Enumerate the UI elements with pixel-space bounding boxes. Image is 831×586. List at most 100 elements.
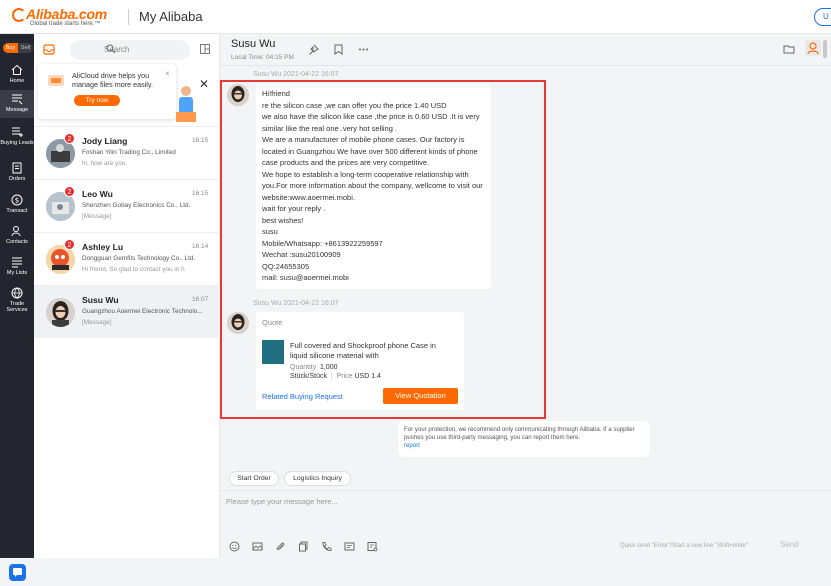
promo-illustration bbox=[176, 86, 196, 122]
nav-item-orders[interactable]: Orders bbox=[0, 162, 34, 186]
message-meta: Susu Wu 2021-04-22 16:07 bbox=[253, 71, 339, 78]
send-button[interactable]: Send bbox=[780, 540, 799, 549]
last-message: Hi friend, So glad to contact you in h bbox=[82, 266, 185, 273]
local-time: Local Time: 04:15 PM bbox=[231, 54, 294, 61]
message-line: We are a manufacturer of mobile phone ca… bbox=[262, 135, 465, 144]
nav-item-message[interactable]: Message bbox=[0, 90, 34, 118]
logo-text: Alibaba.com bbox=[26, 6, 108, 22]
report-link[interactable]: report bbox=[404, 442, 420, 449]
unread-badge: 2 bbox=[64, 186, 75, 197]
alibaba-logo[interactable]: Alibaba.com Global trade starts here.™ bbox=[8, 5, 124, 29]
help-chat-button[interactable] bbox=[9, 564, 26, 581]
logo-tagline: Global trade starts here.™ bbox=[30, 21, 101, 27]
quantity-value: 1,000 bbox=[319, 364, 338, 371]
user-menu-button[interactable]: U bbox=[814, 8, 831, 26]
buy-sell-toggle[interactable]: Buy Sell bbox=[3, 43, 33, 53]
nav-item-transact[interactable]: $ Transact bbox=[0, 194, 34, 218]
nav-label: Orders bbox=[8, 176, 26, 182]
nav-item-trade-services[interactable]: Trade Services bbox=[0, 287, 34, 317]
contact-name: Susu Wu bbox=[82, 295, 119, 305]
image-icon[interactable] bbox=[252, 541, 263, 552]
message-meta: Susu Wu 2021-04-22 16:07 bbox=[253, 300, 339, 307]
logistics-inquiry-button[interactable]: Logistics Inquiry bbox=[284, 471, 351, 486]
sell-toggle[interactable]: Sell bbox=[18, 43, 33, 53]
try-now-button[interactable]: Try now bbox=[74, 95, 120, 106]
nav-item-my-lists[interactable]: My Lists bbox=[0, 256, 34, 280]
nav-item-buying-leads[interactable]: Buying Leads bbox=[0, 126, 34, 154]
conversation-item[interactable]: 2 Jody Liang 16:15 Foshan Yilin Trading … bbox=[34, 126, 220, 179]
pin-icon[interactable] bbox=[308, 44, 319, 55]
search-input[interactable]: Search bbox=[70, 40, 190, 60]
conversation-item[interactable]: 2 Leo Wu 16:15 Shenzhen Gobay Electronic… bbox=[34, 179, 220, 232]
copy-icon[interactable] bbox=[298, 541, 309, 552]
quote-card: Quote Full covered and Shockproof phone … bbox=[256, 312, 464, 410]
nav-item-home[interactable]: Home bbox=[0, 64, 34, 88]
product-name[interactable]: Full covered and Shockproof phone Case i… bbox=[290, 341, 440, 361]
quotation-icon[interactable] bbox=[367, 541, 378, 552]
avatar bbox=[46, 298, 75, 327]
message-line: case products and the prices are very co… bbox=[262, 158, 430, 167]
left-nav: Buy Sell Home Message Buying Leads Order… bbox=[0, 34, 34, 581]
price-value: USD 1.4 bbox=[354, 373, 381, 380]
message-line: susu bbox=[262, 227, 278, 236]
message-input[interactable]: Please type your message here... bbox=[226, 497, 338, 506]
nav-label: Transact bbox=[6, 208, 28, 214]
message-line: best wishes! bbox=[262, 215, 304, 225]
top-bar: Alibaba.com Global trade starts here.™ M… bbox=[0, 0, 831, 34]
conversation-header: Search bbox=[34, 34, 220, 64]
inbox-icon[interactable] bbox=[43, 43, 55, 55]
buy-toggle[interactable]: Buy bbox=[3, 43, 18, 53]
conversation-item[interactable]: 2 Ashley Lu 16:14 Dongguan Gemfits Techn… bbox=[34, 232, 220, 285]
search-icon bbox=[106, 44, 116, 54]
home-icon bbox=[11, 64, 23, 75]
message-line: Wechat :susu20100909 bbox=[262, 250, 341, 259]
more-icon[interactable] bbox=[358, 44, 369, 55]
last-message: [Message] bbox=[82, 319, 112, 326]
user-icon bbox=[807, 42, 819, 55]
message-composer: Please type your message here... Quick s… bbox=[220, 490, 831, 558]
unit-value: Stück/Stück bbox=[290, 373, 327, 380]
conversation-item[interactable]: Susu Wu 16:07 Guangzhou Aoermei Electron… bbox=[34, 285, 220, 338]
close-icon[interactable]: ✕ bbox=[199, 77, 209, 91]
layout-toggle-icon[interactable] bbox=[200, 44, 210, 54]
unread-badge: 2 bbox=[64, 133, 75, 144]
orders-icon bbox=[12, 162, 22, 174]
contact-profile-button[interactable] bbox=[805, 40, 821, 56]
message-time: 16:15 bbox=[192, 137, 209, 144]
message-time: 16:15 bbox=[192, 190, 209, 197]
start-order-button[interactable]: Start Order bbox=[229, 471, 279, 486]
avatar bbox=[227, 312, 249, 334]
message-line: we also have the silicon like case ,the … bbox=[262, 112, 480, 121]
card-icon[interactable] bbox=[344, 541, 355, 552]
page-title: My Alibaba bbox=[139, 9, 203, 24]
company-name: Dongguan Gemfits Technology Co., Ltd. bbox=[82, 255, 196, 262]
product-thumbnail[interactable] bbox=[262, 340, 284, 364]
emoji-icon[interactable] bbox=[229, 541, 240, 552]
quantity-row: Quantity 1,000 bbox=[290, 364, 338, 371]
view-quotation-button[interactable]: View Quotation bbox=[383, 388, 458, 404]
nav-label: Message bbox=[5, 107, 29, 113]
send-hint: Quick send "Enter"/Start a new line "Shi… bbox=[620, 543, 749, 549]
bookmark-icon[interactable] bbox=[333, 44, 344, 55]
safety-notice: For your protection, we recommend only c… bbox=[398, 421, 650, 457]
price-label: Price bbox=[336, 373, 353, 380]
company-name: Guangzhou Aoermei Electronic Technolo... bbox=[82, 308, 203, 315]
promo-close-icon[interactable]: × bbox=[165, 69, 170, 78]
attachment-icon[interactable] bbox=[275, 541, 286, 552]
folder-icon[interactable] bbox=[783, 43, 795, 55]
message-line: Mobile/Whatsapp: +8613922259597 bbox=[262, 238, 383, 248]
chat-contact-name: Susu Wu bbox=[231, 38, 276, 50]
phone-icon[interactable] bbox=[321, 541, 332, 552]
scrollbar[interactable] bbox=[823, 40, 827, 58]
related-buying-request-link[interactable]: Related Buying Request bbox=[262, 392, 343, 401]
contacts-icon bbox=[11, 226, 21, 237]
nav-item-contacts[interactable]: Contacts bbox=[0, 225, 34, 249]
message-line: wait for your reply . bbox=[262, 204, 326, 213]
message-line: similar like the real one .very hot sell… bbox=[262, 123, 398, 133]
last-message: [Message] bbox=[82, 213, 112, 220]
company-name: Shenzhen Gobay Electronics Co., Ltd. bbox=[82, 202, 191, 209]
nav-label: Buying Leads bbox=[0, 140, 34, 146]
promo-text: AliCloud drive helps you manage files mo… bbox=[72, 71, 153, 89]
company-name: Foshan Yilin Trading Co., Limited bbox=[82, 149, 176, 156]
alicloud-promo: AliCloud drive helps you manage files mo… bbox=[38, 64, 176, 119]
